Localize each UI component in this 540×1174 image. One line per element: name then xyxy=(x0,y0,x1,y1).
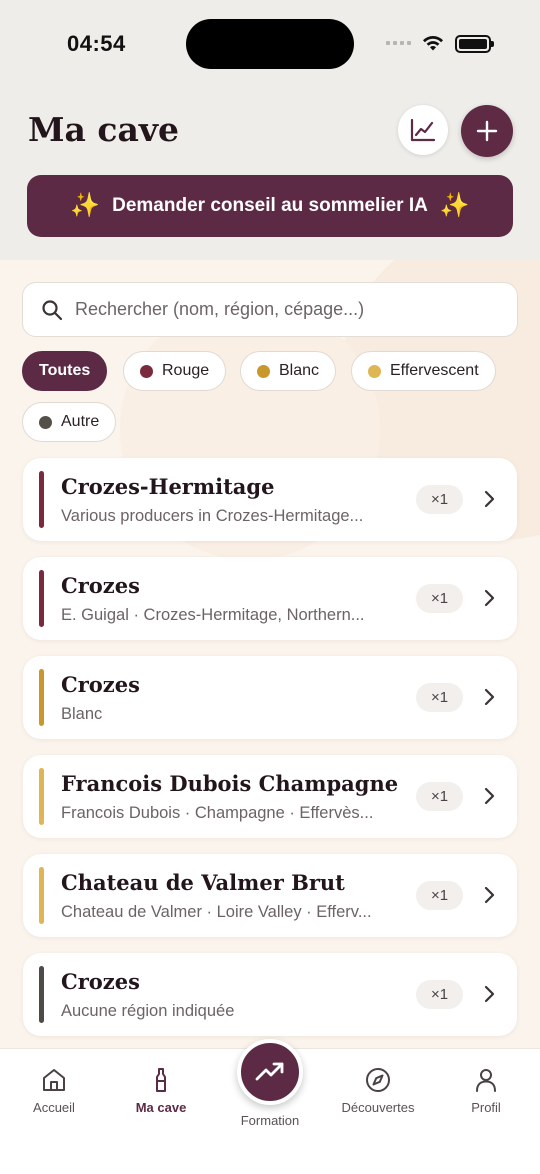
wine-card[interactable]: Crozes Blanc ×1 xyxy=(23,656,517,739)
wine-subtitle: Aucune région indiquée xyxy=(61,1002,235,1020)
compass-icon xyxy=(366,1068,390,1092)
bottom-tab-bar: Accueil Ma cave Formation Découvertes Pr… xyxy=(0,1039,540,1174)
filter-chip-toutes[interactable]: Toutes xyxy=(22,351,108,391)
dynamic-island xyxy=(186,19,354,69)
wine-name: Crozes xyxy=(61,573,140,598)
tab-profil[interactable]: Profil xyxy=(436,1067,536,1115)
wine-list-area: Toutes Rouge Blanc Effervescent Autre Cr… xyxy=(0,260,540,1048)
chevron-right-icon xyxy=(484,490,495,508)
tab-label: Accueil xyxy=(33,1100,75,1115)
add-wine-button[interactable] xyxy=(461,105,513,157)
battery-icon xyxy=(455,35,494,53)
trending-up-icon xyxy=(255,1062,284,1081)
status-time: 04:54 xyxy=(67,31,126,56)
user-icon xyxy=(476,1069,496,1092)
wine-card[interactable]: Crozes E. Guigal · Crozes-Hermitage, Nor… xyxy=(23,557,517,640)
gold-dot-icon xyxy=(257,364,270,378)
wine-name: Crozes-Hermitage xyxy=(61,474,275,499)
filter-label: Effervescent xyxy=(390,362,479,379)
formation-fab-button[interactable] xyxy=(237,1039,303,1105)
chevron-right-icon xyxy=(484,886,495,904)
sparkle-icon: ✨ xyxy=(439,192,470,219)
wine-subtitle: E. Guigal · Crozes-Hermitage, Northern..… xyxy=(61,606,365,624)
header: Ma cave ✨ Demander conseil au sommelier … xyxy=(0,88,540,260)
gray-dot-icon xyxy=(39,415,52,429)
tab-accueil[interactable]: Accueil xyxy=(4,1067,104,1115)
tab-label: Profil xyxy=(471,1100,501,1115)
filter-label: Blanc xyxy=(279,362,320,379)
filter-label: Rouge xyxy=(162,362,210,379)
quantity-badge: ×1 xyxy=(416,782,463,811)
cellular-signal-icon xyxy=(386,41,411,45)
tab-decouvertes[interactable]: Découvertes xyxy=(328,1067,428,1115)
ai-sommelier-button[interactable]: ✨ Demander conseil au sommelier IA ✨ xyxy=(27,175,513,237)
wine-card[interactable]: Francois Dubois Champagne Francois Duboi… xyxy=(23,755,517,838)
chevron-right-icon xyxy=(484,688,495,706)
status-bar: 04:54 xyxy=(0,0,540,88)
filter-chip-effervescent[interactable]: Effervescent xyxy=(351,351,496,391)
page-title: Ma cave xyxy=(28,110,180,149)
wine-name: Chateau de Valmer Brut xyxy=(61,870,345,895)
quantity-badge: ×1 xyxy=(416,980,463,1009)
yellow-dot-icon xyxy=(368,364,381,378)
tab-label[interactable]: Formation xyxy=(220,1113,320,1128)
wifi-icon xyxy=(423,35,443,51)
home-icon xyxy=(43,1069,65,1091)
search-input[interactable] xyxy=(75,299,517,320)
wine-color-bar xyxy=(39,570,44,627)
wine-name: Francois Dubois Champagne xyxy=(61,771,399,796)
ai-button-label: Demander conseil au sommelier IA xyxy=(112,195,428,216)
wine-card[interactable]: Crozes-Hermitage Various producers in Cr… xyxy=(23,458,517,541)
red-dot-icon xyxy=(140,364,153,378)
sparkle-icon: ✨ xyxy=(70,192,101,219)
filter-chip-autre[interactable]: Autre xyxy=(22,402,117,442)
search-bar[interactable] xyxy=(22,282,518,337)
filter-label: Autre xyxy=(61,413,100,430)
quantity-badge: ×1 xyxy=(416,683,463,712)
plus-icon xyxy=(476,120,498,142)
tab-label: Découvertes xyxy=(341,1100,415,1115)
wine-color-bar xyxy=(39,966,44,1023)
chevron-right-icon xyxy=(484,589,495,607)
wine-subtitle: Various producers in Crozes-Hermitage... xyxy=(61,507,364,525)
quantity-badge: ×1 xyxy=(416,881,463,910)
wine-card[interactable]: Chateau de Valmer Brut Chateau de Valmer… xyxy=(23,854,517,937)
quantity-badge: ×1 xyxy=(416,584,463,613)
wine-subtitle: Chateau de Valmer · Loire Valley · Effer… xyxy=(61,903,372,921)
wine-color-bar xyxy=(39,471,44,528)
chevron-right-icon xyxy=(484,787,495,805)
stats-button[interactable] xyxy=(398,105,448,155)
wine-subtitle: Francois Dubois · Champagne · Effervès..… xyxy=(61,804,374,822)
chevron-right-icon xyxy=(484,985,495,1003)
wine-color-bar xyxy=(39,669,44,726)
filter-chip-rouge[interactable]: Rouge xyxy=(123,351,227,391)
wine-color-bar xyxy=(39,867,44,924)
wine-color-bar xyxy=(39,768,44,825)
tab-ma-cave[interactable]: Ma cave xyxy=(111,1067,211,1115)
bottle-icon xyxy=(156,1068,166,1092)
wine-subtitle: Blanc xyxy=(61,705,103,723)
search-icon xyxy=(42,299,63,320)
filter-chip-blanc[interactable]: Blanc xyxy=(240,351,337,391)
wine-name: Crozes xyxy=(61,969,140,994)
tab-label: Ma cave xyxy=(135,1100,187,1115)
wine-card[interactable]: Crozes Aucune région indiquée ×1 xyxy=(23,953,517,1036)
quantity-badge: ×1 xyxy=(416,485,463,514)
wine-name: Crozes xyxy=(61,672,140,697)
filter-label: Toutes xyxy=(39,362,91,379)
chart-icon xyxy=(410,118,436,142)
